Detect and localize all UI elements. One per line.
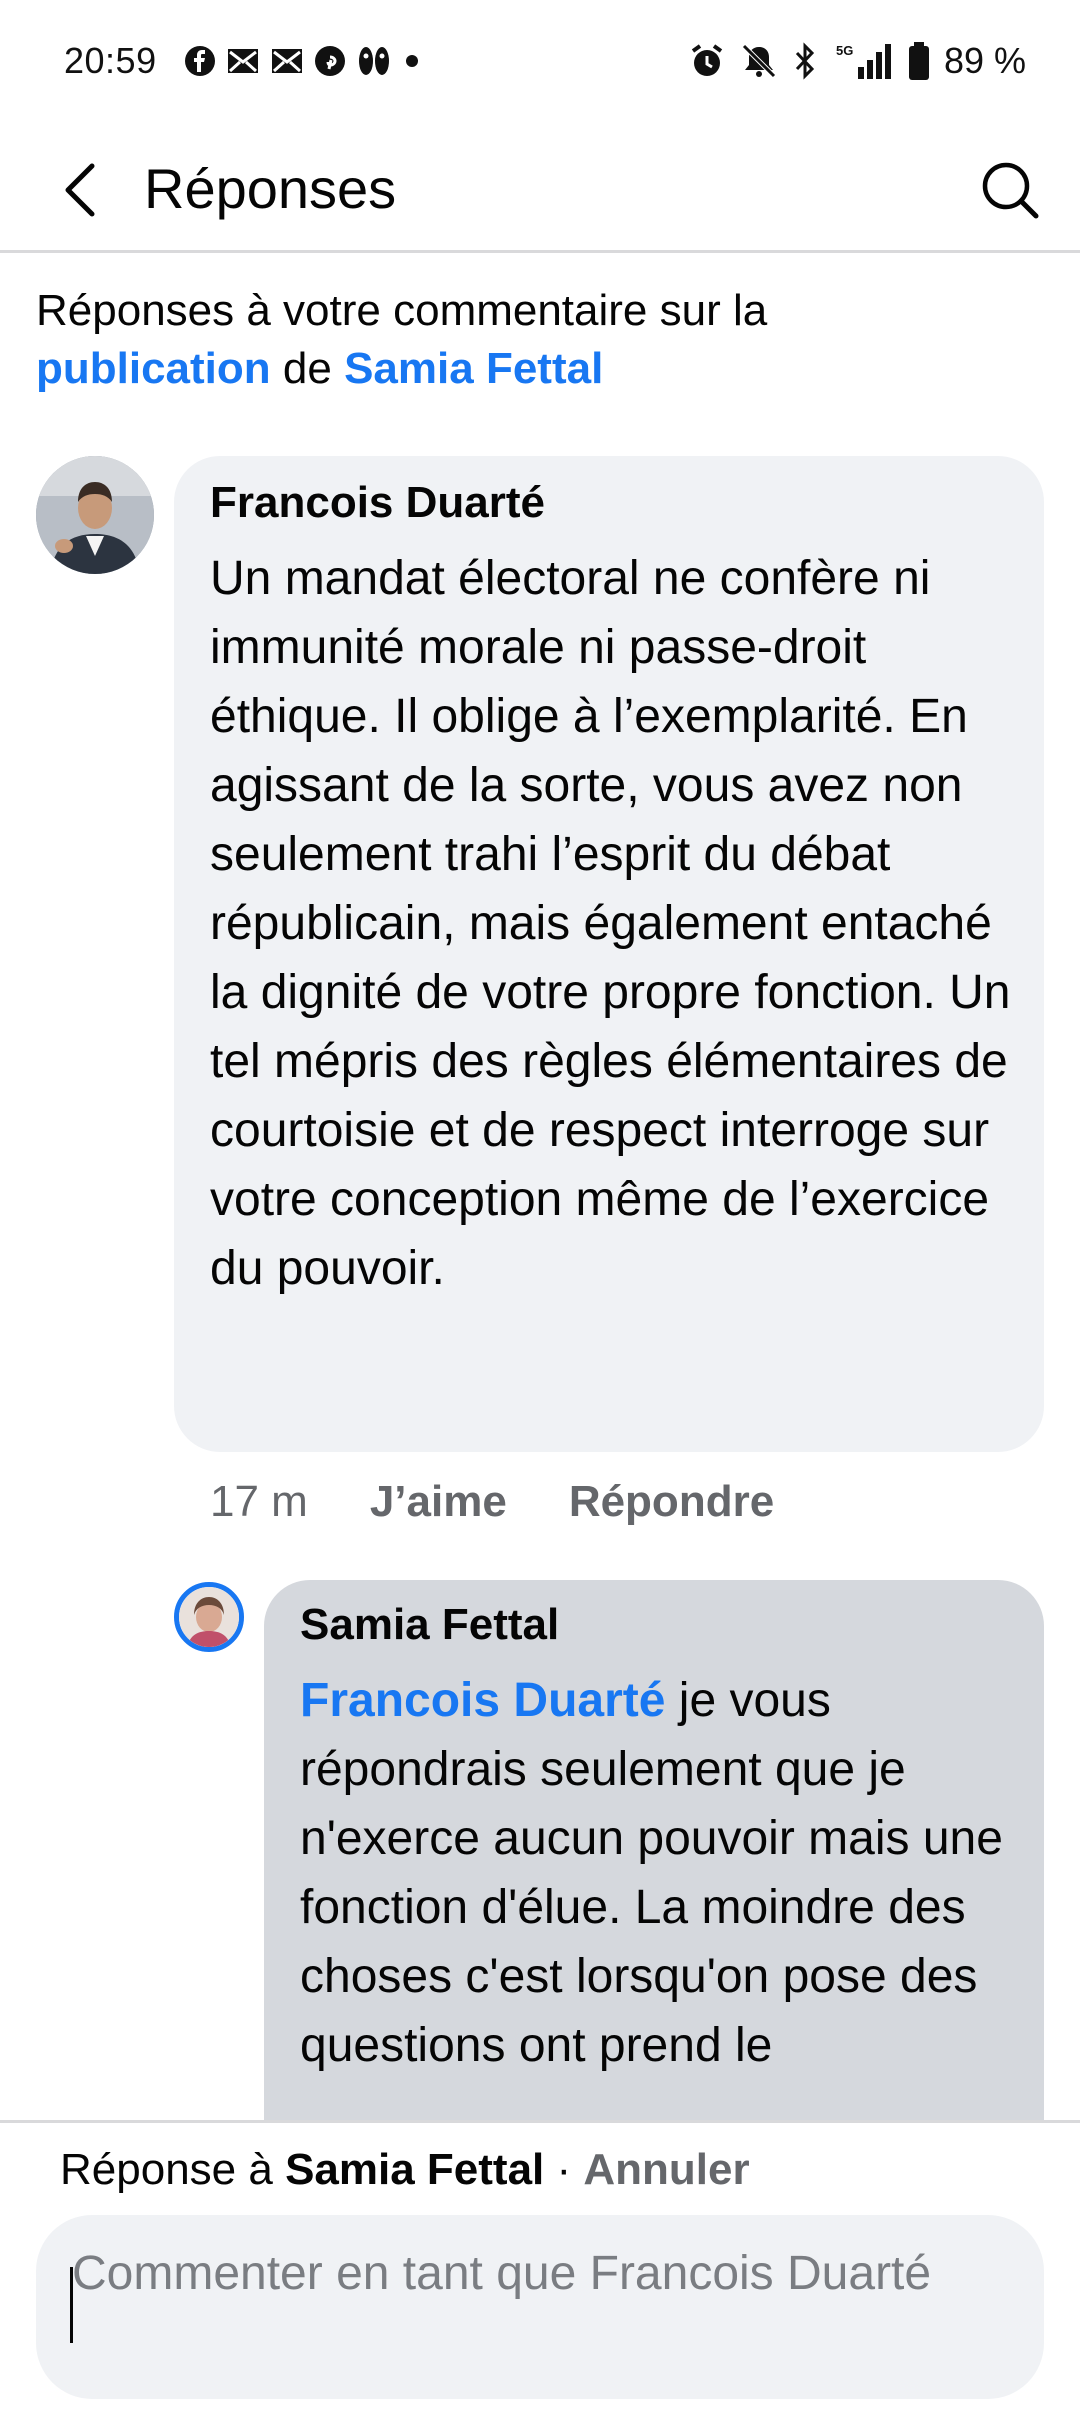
- like-button[interactable]: J’aime: [370, 1477, 507, 1527]
- back-button[interactable]: [40, 150, 120, 230]
- replying-to-bar: Réponse à Samia Fettal · Annuler: [60, 2145, 750, 2195]
- comment-author[interactable]: Francois Duarté: [210, 478, 545, 528]
- reply-text: Francois Duarté je vous répondrais seule…: [300, 1666, 1020, 2080]
- battery-icon: [908, 42, 929, 80]
- comment-bubble[interactable]: Francois Duarté Un mandat électoral ne c…: [174, 456, 1044, 1452]
- cancel-reply-button[interactable]: Annuler: [583, 2145, 749, 2194]
- status-bar: 20:59 5G 89 %: [0, 0, 1080, 130]
- signal-5g-icon: 5G: [836, 43, 891, 79]
- search-button[interactable]: [968, 148, 1052, 232]
- publication-link[interactable]: publication: [36, 344, 271, 393]
- reply-author[interactable]: Samia Fettal: [300, 1600, 559, 1650]
- comment-input-container[interactable]: [36, 2215, 1044, 2399]
- profile-photo: [179, 1587, 239, 1647]
- reply-mention[interactable]: Francois Duarté: [300, 1674, 665, 1727]
- pinterest-icon: [315, 46, 345, 76]
- comment-input[interactable]: [72, 2243, 992, 2383]
- replies-context: Réponses à votre commentaire sur la publ…: [36, 282, 1046, 398]
- page-title: Réponses: [144, 157, 397, 220]
- chevron-left-icon: [65, 163, 95, 217]
- reply-author-avatar[interactable]: [174, 1582, 244, 1652]
- comment-composer: Réponse à Samia Fettal · Annuler: [0, 2120, 1080, 2417]
- bluetooth-icon: [795, 42, 815, 80]
- reply-button[interactable]: Répondre: [569, 1477, 774, 1527]
- notification-icons: [184, 44, 422, 78]
- dot-icon: [406, 55, 418, 67]
- status-time: 20:59: [64, 40, 157, 81]
- battery-level: 89 %: [943, 40, 1026, 81]
- comment-text: Un mandat électoral ne confère ni immuni…: [210, 552, 1011, 1295]
- alarm-icon: [691, 44, 723, 76]
- reply-bubble[interactable]: Samia Fettal Francois Duarté je vous rép…: [264, 1580, 1044, 2140]
- comment-actions: 17 m J’aime Répondre: [210, 1472, 836, 1532]
- profile-photo: [36, 456, 154, 574]
- mail-icon: [228, 49, 258, 73]
- separator: ·: [544, 2145, 584, 2194]
- facebook-icon: [185, 46, 215, 76]
- system-icons: 5G 89 %: [688, 40, 1026, 82]
- author-link[interactable]: Samia Fettal: [344, 344, 603, 393]
- reply-body: je vous répondrais seulement que je n'ex…: [300, 1674, 1003, 2072]
- search-icon: [982, 162, 1039, 219]
- mail-icon: [272, 49, 302, 73]
- comment-time: 17 m: [210, 1477, 308, 1526]
- top-bar: Réponses: [0, 130, 1080, 253]
- svg-text:5G: 5G: [836, 43, 853, 58]
- commenter-avatar[interactable]: [36, 456, 154, 574]
- context-prefix: Réponses à votre commentaire sur la: [36, 286, 768, 335]
- app-icon: [359, 47, 389, 75]
- context-connector: de: [282, 344, 332, 393]
- mute-icon: [742, 44, 776, 78]
- replying-to-name: Samia Fettal: [285, 2145, 545, 2194]
- replying-to-prefix: Réponse à: [60, 2145, 286, 2194]
